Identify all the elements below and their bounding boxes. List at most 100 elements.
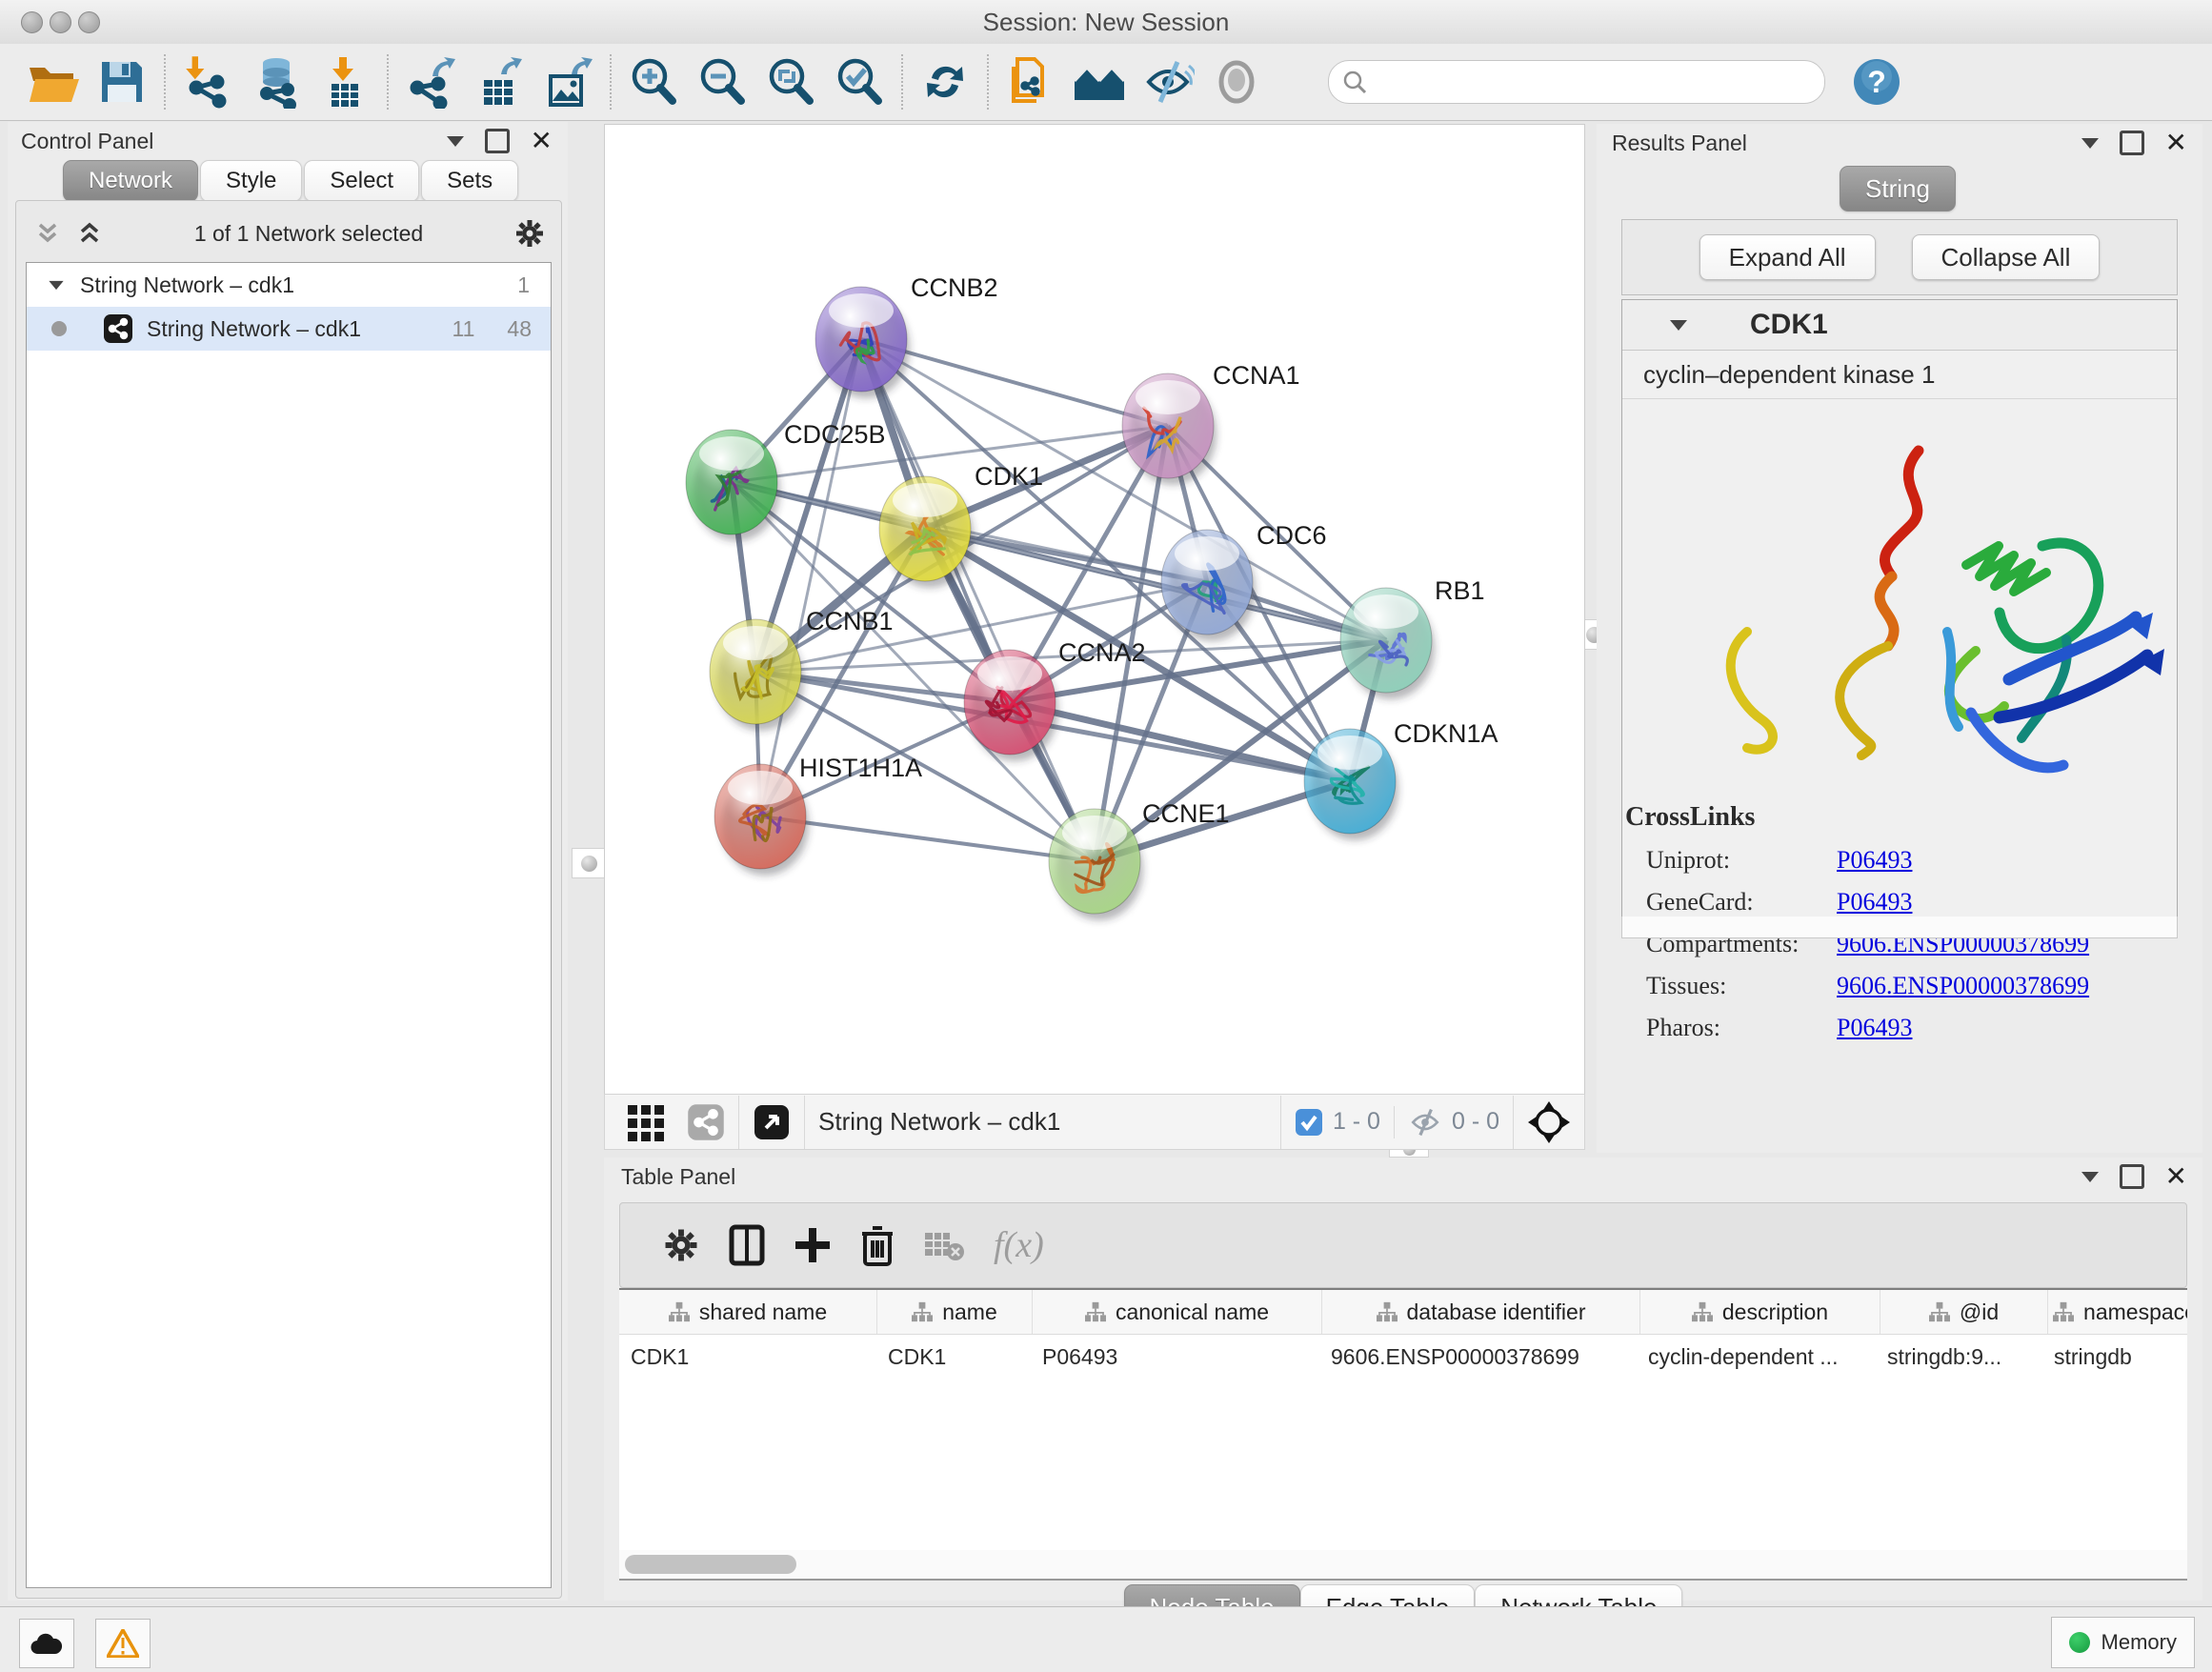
network-row[interactable]: String Network – cdk1 11 48 bbox=[27, 307, 551, 351]
collection-expander-icon[interactable] bbox=[49, 280, 63, 289]
network-edge[interactable] bbox=[760, 816, 1095, 861]
network-node-cdkn1a[interactable] bbox=[1304, 729, 1398, 840]
column-header-database-identifier[interactable]: database identifier bbox=[1322, 1290, 1640, 1334]
panel-menu-icon[interactable] bbox=[2081, 138, 2099, 149]
copy-network-button[interactable] bbox=[996, 51, 1065, 112]
scrollbar-thumb[interactable] bbox=[625, 1555, 796, 1574]
column-header-name[interactable]: name bbox=[877, 1290, 1033, 1334]
crosslink-link[interactable]: P06493 bbox=[1837, 888, 1912, 917]
results-scroll-strip[interactable] bbox=[1621, 917, 2178, 938]
hidden-eye-icon[interactable] bbox=[1408, 1107, 1442, 1138]
close-window-button[interactable] bbox=[21, 11, 43, 33]
string-home-button[interactable] bbox=[1065, 51, 1134, 112]
crosslink-link[interactable]: P06493 bbox=[1837, 846, 1912, 875]
table-gear-icon[interactable] bbox=[662, 1226, 700, 1264]
float-panel-icon[interactable] bbox=[485, 129, 510, 153]
export-image-button[interactable] bbox=[533, 51, 602, 112]
network-node-rb1[interactable] bbox=[1340, 588, 1435, 699]
zoom-fit-button[interactable] bbox=[756, 51, 825, 112]
selected-checkbox-icon[interactable] bbox=[1295, 1108, 1323, 1137]
table-cell[interactable]: stringdb:9... bbox=[1876, 1335, 2042, 1379]
network-edge[interactable] bbox=[861, 339, 1095, 861]
panel-menu-icon[interactable] bbox=[2081, 1172, 2099, 1182]
column-header-description[interactable]: description bbox=[1640, 1290, 1880, 1334]
import-table-file-button[interactable] bbox=[311, 51, 379, 112]
collapse-all-button[interactable]: Collapse All bbox=[1912, 234, 2101, 280]
table-cell[interactable]: CDK1 bbox=[876, 1335, 1031, 1379]
cloud-button[interactable] bbox=[19, 1619, 74, 1668]
import-network-database-button[interactable] bbox=[242, 51, 311, 112]
expand-all-button[interactable]: Expand All bbox=[1699, 234, 1876, 280]
entry-expander-icon[interactable] bbox=[1670, 320, 1687, 331]
left-divider-handle[interactable] bbox=[572, 848, 606, 878]
network-collection-row[interactable]: String Network – cdk1 1 bbox=[27, 263, 551, 307]
warnings-button[interactable] bbox=[95, 1619, 151, 1668]
tab-sets[interactable]: Sets bbox=[421, 160, 518, 202]
save-session-button[interactable] bbox=[88, 51, 156, 112]
crosslink-link[interactable]: P06493 bbox=[1837, 1014, 1912, 1042]
network-node-cdk1[interactable] bbox=[879, 476, 974, 588]
close-panel-icon[interactable]: ✕ bbox=[531, 131, 553, 151]
refresh-button[interactable] bbox=[911, 51, 979, 112]
collapse-all-icon[interactable] bbox=[75, 219, 104, 248]
network-list: String Network – cdk1 1 String Network –… bbox=[26, 262, 552, 1588]
panel-menu-icon[interactable] bbox=[447, 136, 464, 147]
zoom-window-button[interactable] bbox=[78, 11, 100, 33]
presentation-eye-button[interactable] bbox=[1202, 51, 1271, 112]
hide-unhide-button[interactable] bbox=[1134, 51, 1202, 112]
zoom-out-button[interactable] bbox=[688, 51, 756, 112]
expand-all-icon[interactable] bbox=[33, 219, 62, 248]
add-column-icon[interactable] bbox=[794, 1226, 832, 1264]
selected-counter: 1 - 0 bbox=[1333, 1108, 1380, 1136]
delete-column-icon[interactable] bbox=[860, 1224, 895, 1266]
column-header-namespace[interactable]: namespace bbox=[2048, 1290, 2187, 1334]
float-panel-icon[interactable] bbox=[2120, 131, 2144, 155]
export-network-button[interactable] bbox=[396, 51, 465, 112]
table-row[interactable]: CDK1CDK1P064939606.ENSP00000378699cyclin… bbox=[619, 1335, 2187, 1379]
export-table-button[interactable] bbox=[465, 51, 533, 112]
close-panel-icon[interactable]: ✕ bbox=[2165, 1167, 2187, 1186]
network-node-hist1h1a[interactable] bbox=[714, 764, 809, 876]
table-cell[interactable]: P06493 bbox=[1031, 1335, 1319, 1379]
share-view-icon[interactable] bbox=[687, 1103, 725, 1141]
open-session-button[interactable] bbox=[19, 51, 88, 112]
table-cell[interactable]: 9606.ENSP00000378699 bbox=[1319, 1335, 1637, 1379]
crosslink-link[interactable]: 9606.ENSP00000378699 bbox=[1837, 972, 2089, 1000]
zoom-selected-button[interactable] bbox=[825, 51, 894, 112]
table-cell[interactable]: stringdb bbox=[2042, 1335, 2187, 1379]
table-cell[interactable]: cyclin-dependent ... bbox=[1637, 1335, 1876, 1379]
column-header-canonical-name[interactable]: canonical name bbox=[1033, 1290, 1322, 1334]
search-box[interactable] bbox=[1328, 60, 1825, 104]
gear-icon[interactable] bbox=[513, 217, 546, 250]
network-node-ccnb2[interactable] bbox=[815, 287, 910, 398]
tab-network[interactable]: Network bbox=[63, 160, 198, 202]
table-horizontal-scrollbar[interactable] bbox=[619, 1550, 2187, 1581]
help-button[interactable]: ? bbox=[1842, 51, 1911, 112]
tab-string[interactable]: String bbox=[1840, 166, 1956, 212]
open-in-window-icon[interactable] bbox=[753, 1103, 791, 1141]
select-columns-icon[interactable] bbox=[729, 1224, 765, 1266]
network-canvas[interactable]: CCNB2CCNA1CDC25BCDK1CDC6RB1CCNB1CCNA2CDK… bbox=[604, 124, 1585, 1096]
minimize-window-button[interactable] bbox=[50, 11, 71, 33]
network-graph[interactable]: CCNB2CCNA1CDC25BCDK1CDC6RB1CCNB1CCNA2CDK… bbox=[605, 125, 1584, 1095]
grid-view-icon[interactable] bbox=[626, 1101, 668, 1143]
close-panel-icon[interactable]: ✕ bbox=[2165, 133, 2187, 152]
import-network-file-button[interactable] bbox=[173, 51, 242, 112]
network-node-ccna1[interactable] bbox=[1122, 373, 1217, 485]
memory-button[interactable]: Memory bbox=[2051, 1617, 2195, 1668]
zoom-in-button[interactable] bbox=[619, 51, 688, 112]
gene-entry-header[interactable]: CDK1 bbox=[1622, 300, 2177, 351]
network-node-ccne1[interactable] bbox=[1049, 809, 1143, 920]
float-panel-icon[interactable] bbox=[2120, 1164, 2144, 1189]
birdseye-icon[interactable] bbox=[1527, 1100, 1571, 1144]
network-selection-bar: 1 of 1 Network selected bbox=[26, 209, 552, 258]
tab-select[interactable]: Select bbox=[304, 160, 419, 202]
network-edge[interactable] bbox=[760, 339, 861, 816]
search-input[interactable] bbox=[1377, 69, 1811, 95]
network-node-ccna2[interactable] bbox=[964, 650, 1058, 761]
tab-style[interactable]: Style bbox=[200, 160, 302, 202]
column-header--id[interactable]: @id bbox=[1880, 1290, 2048, 1334]
network-node-ccnb1[interactable] bbox=[710, 619, 804, 731]
column-header-shared-name[interactable]: shared name bbox=[619, 1290, 877, 1334]
table-cell[interactable]: CDK1 bbox=[619, 1335, 876, 1379]
